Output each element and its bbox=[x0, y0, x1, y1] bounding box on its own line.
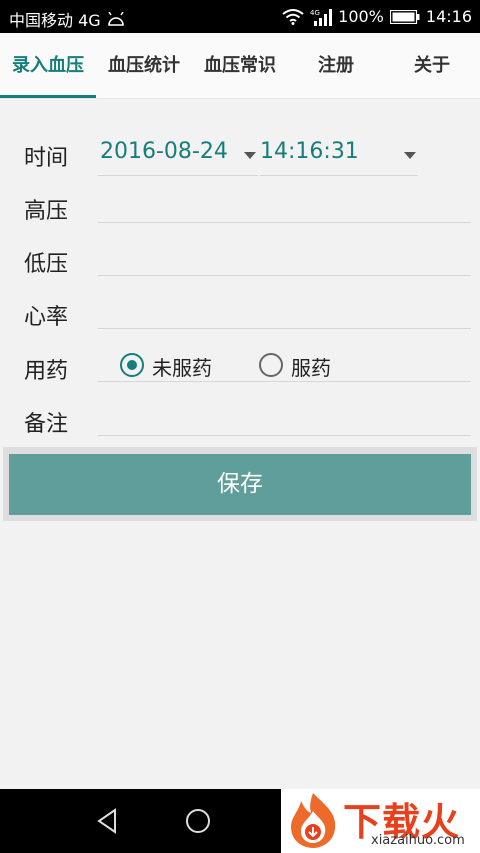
flame-logo-icon bbox=[291, 793, 336, 848]
tab-record-bp[interactable]: 录入血压 bbox=[0, 33, 96, 98]
wifi-icon bbox=[282, 8, 304, 25]
watermark-url: xiazaihuo.com bbox=[371, 833, 465, 848]
tab-bp-statistics[interactable]: 血压统计 bbox=[96, 33, 192, 98]
dropdown-arrow-icon bbox=[404, 152, 416, 159]
medication-radio-group: 未服药 服药 bbox=[98, 347, 471, 382]
diastolic-input[interactable] bbox=[98, 241, 471, 276]
tab-register[interactable]: 注册 bbox=[288, 33, 384, 98]
date-picker[interactable]: 2016-08-24 bbox=[98, 139, 258, 176]
android-icon bbox=[107, 12, 124, 26]
home-icon[interactable] bbox=[184, 807, 212, 835]
time-value: 14:16:31 bbox=[260, 139, 359, 164]
network-type-label: 4G bbox=[310, 9, 320, 17]
diastolic-label: 低压 bbox=[24, 252, 69, 277]
radio-no-medication[interactable] bbox=[120, 353, 144, 377]
radio-no-medication-label[interactable]: 未服药 bbox=[152, 352, 212, 381]
medication-label: 用药 bbox=[24, 359, 69, 384]
radio-medication-label[interactable]: 服药 bbox=[291, 352, 331, 381]
date-value: 2016-08-24 bbox=[100, 139, 228, 164]
signal-icon: 4G bbox=[310, 8, 333, 26]
tab-bp-knowledge[interactable]: 血压常识 bbox=[192, 33, 288, 98]
save-button[interactable]: 保存 bbox=[9, 454, 471, 515]
dropdown-arrow-icon bbox=[244, 152, 256, 159]
heart-rate-label: 心率 bbox=[24, 305, 69, 330]
systolic-input[interactable] bbox=[98, 188, 471, 223]
watermark-logo: 下载火 xiazaihuo.com bbox=[281, 789, 480, 853]
tab-about[interactable]: 关于 bbox=[384, 33, 480, 98]
status-time: 14:16 bbox=[425, 7, 472, 26]
status-bar: 中国移动 4G 4G 100% 14:16 bbox=[0, 0, 480, 33]
back-icon[interactable] bbox=[95, 807, 119, 835]
systolic-label: 高压 bbox=[24, 199, 69, 224]
note-label: 备注 bbox=[24, 412, 69, 437]
battery-icon bbox=[389, 9, 420, 24]
battery-percent: 100% bbox=[338, 7, 384, 26]
radio-medication[interactable] bbox=[259, 353, 283, 377]
tab-bar: 录入血压 血压统计 血压常识 注册 关于 bbox=[0, 33, 480, 99]
heart-rate-input[interactable] bbox=[98, 294, 471, 329]
note-input[interactable] bbox=[98, 401, 471, 436]
active-tab-indicator bbox=[0, 95, 96, 98]
time-picker[interactable]: 14:16:31 bbox=[260, 139, 418, 176]
carrier-text: 中国移动 4G bbox=[9, 11, 101, 30]
